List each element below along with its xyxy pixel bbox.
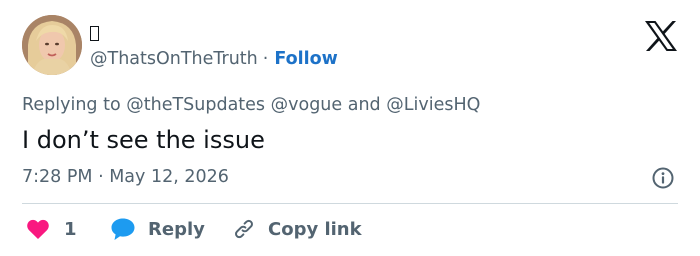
divider: [22, 203, 678, 204]
embedded-tweet: @ThatsOnTheTruth · Follow Replying to @t…: [0, 0, 700, 256]
author-meta: @ThatsOnTheTruth · Follow: [90, 48, 338, 70]
reply-context-conjunction: and: [347, 95, 381, 115]
link-icon: [235, 219, 253, 239]
info-icon[interactable]: [651, 166, 675, 190]
handle-separator: ·: [262, 49, 269, 69]
tweet-timestamp[interactable]: 7:28 PM · May 12, 2026: [22, 165, 229, 189]
display-name-missing-glyph: [90, 25, 99, 41]
like-button[interactable]: 1: [26, 215, 77, 243]
mention-LiviesHQ[interactable]: @LiviesHQ: [386, 95, 480, 115]
avatar-photo: [22, 15, 82, 75]
avatar[interactable]: [22, 15, 82, 75]
copy-link-label: Copy link: [268, 218, 362, 240]
copy-link-button[interactable]: Copy link: [232, 215, 362, 243]
reply-context-prefix: Replying to: [22, 95, 121, 115]
reply-context: Replying to @theTSupdates @vogue and @Li…: [22, 93, 480, 117]
speech-bubble-icon: [111, 218, 135, 240]
mention-vogue[interactable]: @vogue: [271, 95, 343, 115]
reply-button[interactable]: Reply: [110, 215, 205, 243]
x-logo-icon[interactable]: [644, 20, 678, 52]
mention-theTSupdates[interactable]: @theTSupdates: [126, 95, 265, 115]
display-name[interactable]: [90, 22, 99, 44]
author-handle[interactable]: @ThatsOnTheTruth: [90, 48, 258, 70]
reply-label: Reply: [148, 218, 205, 240]
like-count: 1: [64, 218, 77, 240]
heart-icon: [27, 219, 49, 239]
follow-link[interactable]: Follow: [274, 48, 337, 70]
tweet-text: I don’t see the issue: [22, 126, 265, 154]
